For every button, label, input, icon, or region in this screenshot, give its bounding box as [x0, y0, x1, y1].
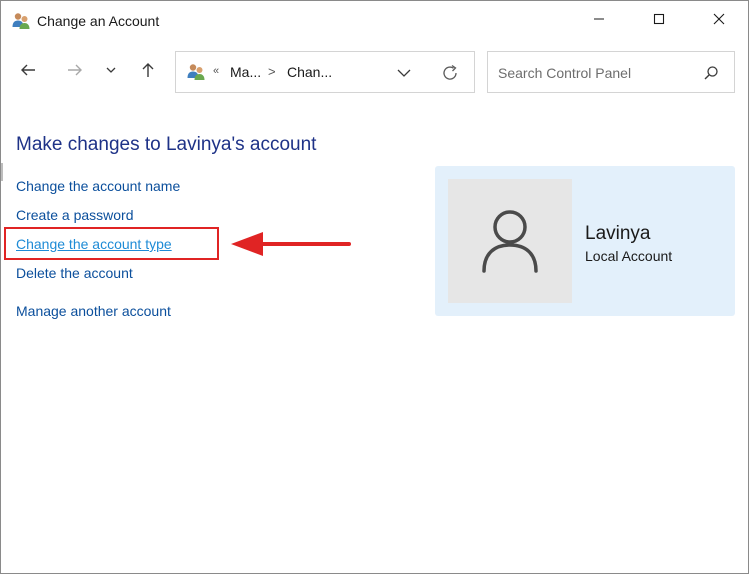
back-arrow-icon [19, 61, 37, 84]
breadcrumb-1[interactable]: Ma... [230, 64, 261, 80]
create-password-link[interactable]: Create a password [16, 207, 134, 223]
close-icon [713, 12, 725, 30]
maximize-icon [653, 12, 665, 30]
users-app-icon [11, 11, 31, 31]
change-account-name-link[interactable]: Change the account name [16, 178, 180, 194]
forward-button[interactable] [60, 56, 90, 88]
manage-another-account-link[interactable]: Manage another account [16, 303, 171, 319]
minimize-icon [593, 12, 605, 30]
up-arrow-icon [139, 61, 157, 84]
breadcrumb-separator[interactable]: > [268, 64, 276, 79]
recent-locations-chevron-icon [105, 63, 117, 81]
search-box [487, 51, 735, 93]
annotation-arrow-icon [229, 229, 353, 259]
account-name: Lavinya [585, 223, 651, 244]
address-bar[interactable]: « Ma... > Chan... [175, 51, 475, 93]
up-button[interactable] [133, 56, 163, 88]
annotation-highlight-box [4, 227, 219, 260]
avatar [448, 179, 572, 303]
close-button[interactable] [696, 1, 742, 41]
search-icon[interactable] [702, 64, 720, 82]
minimize-button[interactable] [576, 1, 622, 41]
back-button[interactable] [13, 56, 43, 88]
user-icon [480, 209, 540, 278]
left-edge-divider [1, 163, 3, 181]
refresh-icon[interactable] [440, 63, 460, 83]
account-type: Local Account [585, 248, 673, 264]
title-bar: Change an Account [1, 1, 748, 41]
window-title: Change an Account [37, 13, 160, 29]
delete-account-link[interactable]: Delete the account [16, 265, 133, 281]
maximize-button[interactable] [636, 1, 682, 41]
search-input[interactable] [496, 61, 700, 85]
users-location-icon [186, 62, 206, 82]
forward-arrow-icon [66, 61, 84, 84]
address-dropdown-icon[interactable] [395, 64, 413, 82]
account-card: Lavinya Local Account [435, 166, 735, 316]
page-title: Make changes to Lavinya's account [16, 134, 317, 155]
window: Change an Account « Ma... > Chan... Sear… [0, 0, 749, 574]
breadcrumb-2[interactable]: Chan... [287, 64, 332, 80]
recent-locations-button[interactable] [97, 56, 125, 88]
address-overflow-button[interactable]: « [213, 65, 219, 77]
